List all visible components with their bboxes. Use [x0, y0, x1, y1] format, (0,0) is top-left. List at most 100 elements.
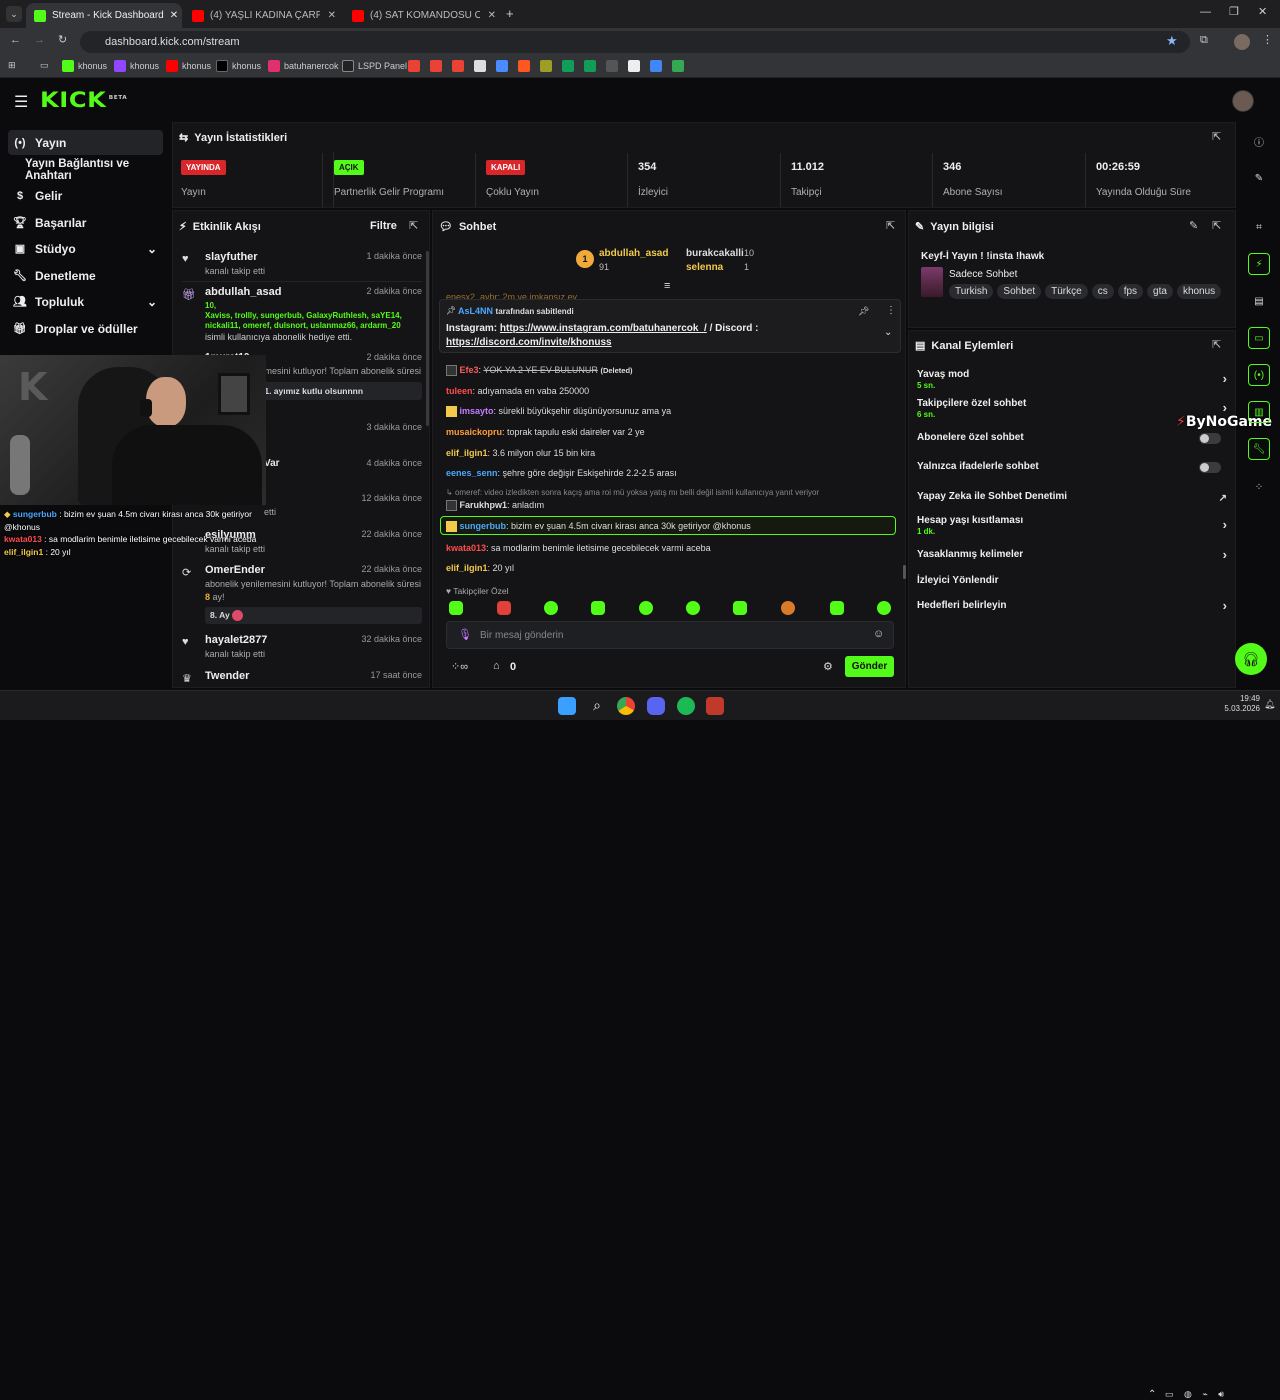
action-raid[interactable]: İzleyici Yönlendir [917, 575, 1227, 589]
extensions-icon[interactable]: ⧉ [1200, 34, 1208, 47]
discord-link[interactable]: https://discord.com/invite/khonuss [446, 337, 612, 348]
browser-tab-youtube-1[interactable]: (4) YAŞLI KADINA ÇARPTI! Türk ✕ [184, 3, 344, 28]
chat-input[interactable]: 🎙︎ Bir mesaj gönderin ☺ [446, 621, 894, 649]
wrench-icon[interactable]: 🔧︎ [1248, 438, 1270, 460]
document-icon[interactable]: ▤ [1248, 290, 1270, 312]
hamburger-menu-icon[interactable]: ☰ [14, 92, 28, 112]
chat-bubble-icon[interactable]: ▭ [1248, 327, 1270, 349]
info-icon[interactable]: ⓘ [1248, 130, 1270, 152]
tag-chip[interactable]: Sohbet [997, 284, 1042, 299]
back-icon[interactable]: ← [10, 34, 21, 46]
popout-icon[interactable]: ⇱ [409, 219, 418, 232]
emote-icon[interactable] [449, 601, 463, 615]
sidebar-item-topluluk[interactable]: 👥︎ Topluluk ⌄ [8, 289, 163, 314]
browser-tab-youtube-2[interactable]: (4) SAT KOMANDOSU OLMAYI ✕ [344, 3, 504, 28]
close-window-icon[interactable]: ✕ [1258, 5, 1267, 18]
notification-icon[interactable]: 🔔︎ [1264, 699, 1275, 710]
activity-scrollbar[interactable] [426, 251, 429, 426]
broadcast-icon[interactable]: (•) [1248, 364, 1270, 386]
tray-chevron-icon[interactable]: ⌃ [1148, 1389, 1156, 1400]
tag-chip[interactable]: fps [1117, 284, 1144, 299]
edit-icon[interactable]: ✎ [1189, 219, 1198, 232]
drag-icon[interactable]: ⁘ [1248, 476, 1270, 498]
popout-icon[interactable]: ⇱ [1212, 338, 1221, 351]
menu-icon[interactable]: ⋮ [1262, 33, 1273, 46]
emote-icon[interactable] [877, 601, 891, 615]
emote-icon[interactable] [733, 601, 747, 615]
emote-icon[interactable] [686, 601, 700, 615]
sidebar-item-basarilar[interactable]: 🏆︎ Başarılar [8, 210, 163, 235]
forward-icon[interactable]: → [34, 34, 45, 46]
new-tab-icon[interactable]: + [506, 6, 514, 21]
tag-chip[interactable]: Turkish [949, 284, 994, 299]
send-button[interactable]: Gönder [845, 656, 894, 677]
restore-icon[interactable]: ❐ [1229, 5, 1239, 18]
sub-only-toggle[interactable] [1199, 433, 1221, 444]
emote-icon[interactable] [781, 601, 795, 615]
sidebar-item-stream-key[interactable]: Yayın Bağlantısı ve Anahtarı [20, 157, 175, 182]
header-avatar[interactable] [1232, 90, 1254, 112]
instagram-link[interactable]: https://www.instagram.com/batuhanercok_/ [500, 323, 707, 334]
reload-icon[interactable]: ↻ [58, 33, 67, 46]
emote-icon[interactable] [830, 601, 844, 615]
discord-icon[interactable] [647, 697, 665, 715]
kick-logo[interactable]: KICK BETA [40, 88, 127, 112]
filter-button[interactable]: Filtre [370, 220, 397, 232]
bookmark-lspd[interactable]: LSPD Panel [342, 60, 407, 72]
bookmark-instagram[interactable]: batuhanercok [268, 60, 339, 72]
stack-icon[interactable]: ▥ [1248, 401, 1270, 423]
tab-close-icon[interactable]: ✕ [488, 10, 496, 21]
app-icon[interactable] [706, 697, 724, 715]
emote-icon[interactable] [497, 601, 511, 615]
spotify-icon[interactable] [677, 697, 695, 715]
sidebar-item-yayin[interactable]: (•) Yayın [8, 130, 163, 155]
apps-icon[interactable]: ⊞ [8, 60, 16, 71]
action-banned-words[interactable]: Yasaklanmış kelimeler › [917, 547, 1227, 563]
popout-icon[interactable]: ⇱ [1212, 219, 1221, 232]
pin-toggle-icon[interactable]: 📌︎ [858, 306, 869, 317]
bookmark-kick[interactable]: khonus [62, 60, 107, 72]
windows-start-icon[interactable] [558, 697, 576, 715]
tag-chip[interactable]: gta [1147, 284, 1173, 299]
sidebar-item-studyo[interactable]: ▣ Stüdyo ⌄ [8, 236, 163, 261]
chrome-icon[interactable] [617, 697, 635, 715]
bookmark-youtube[interactable]: khonus [166, 60, 211, 72]
popout-icon[interactable]: ⇱ [886, 219, 895, 232]
sidebar-item-gelir[interactable]: $ Gelir [8, 183, 163, 208]
tag-chip[interactable]: cs [1091, 284, 1114, 299]
minimize-icon[interactable]: — [1200, 6, 1211, 18]
browser-tab-kick[interactable]: Stream - Kick Dashboard ✕ [26, 3, 182, 28]
support-button[interactable]: 🎧︎ [1235, 643, 1267, 675]
emote-icon[interactable] [591, 601, 605, 615]
sidebar-item-denetleme[interactable]: 🔧︎ Denetleme [8, 263, 163, 288]
tab-search-button[interactable]: ⌄ [6, 6, 22, 22]
chat-scrollbar[interactable] [903, 565, 906, 579]
bookmark-star-icon[interactable]: ★ [1166, 33, 1178, 49]
store-icon[interactable]: ⌂ [493, 660, 500, 672]
emote-icon[interactable] [544, 601, 558, 615]
action-account-age[interactable]: Hesap yaşı kısıtlaması 1 dk. › [917, 515, 1227, 539]
profile-avatar[interactable] [1234, 34, 1250, 50]
tab-close-icon[interactable]: ✕ [170, 10, 178, 21]
tag-chip[interactable]: Türkçe [1045, 284, 1088, 299]
pin-menu-icon[interactable]: ⋮ [886, 305, 896, 316]
emote-only-toggle[interactable] [1199, 462, 1221, 473]
emoji-icon[interactable]: ☺ [873, 628, 884, 640]
mic-icon[interactable]: 🎙︎ [458, 628, 472, 641]
chevron-down-icon[interactable]: ⌄ [884, 327, 892, 338]
bookmark-twitch[interactable]: khonus [114, 60, 159, 72]
action-ai-moderation[interactable]: Yapay Zeka ile Sohbet Denetimi ↗ [917, 491, 1227, 505]
activity-feed-icon[interactable]: ⚡︎ [1248, 253, 1270, 275]
tab-close-icon[interactable]: ✕ [328, 10, 336, 21]
points-icon[interactable]: ⁘∞ [451, 660, 468, 673]
expand-icon[interactable]: ⇱ [1212, 130, 1221, 143]
leaderboard-toggle-icon[interactable]: ≡ [664, 280, 670, 292]
edit-pen-icon[interactable]: ✎ [1248, 167, 1270, 189]
bookmark-icons[interactable] [408, 60, 684, 72]
tag-chip[interactable]: khonus [1176, 284, 1222, 299]
sidebar-item-droplar[interactable]: 🎁︎ Droplar ve ödüller [8, 316, 163, 341]
url-field[interactable]: dashboard.kick.com/stream [80, 31, 1190, 53]
scan-icon[interactable]: ⌗ [1248, 216, 1270, 238]
chat-settings-icon[interactable]: ⚙ [823, 660, 833, 673]
action-goals[interactable]: Hedefleri belirleyin › [917, 598, 1227, 614]
